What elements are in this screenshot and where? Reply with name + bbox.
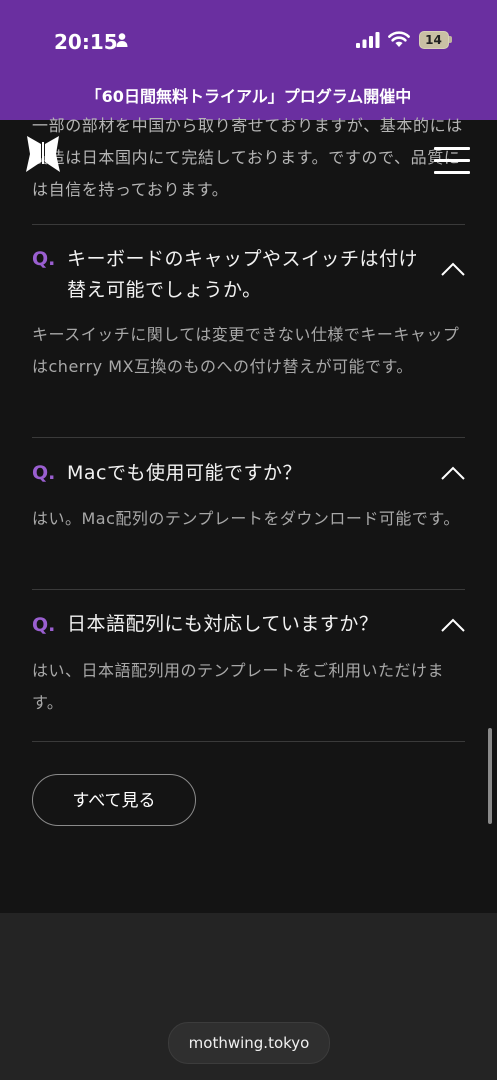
- signal-icon: [356, 32, 380, 48]
- person-icon: [116, 33, 128, 47]
- url-bar[interactable]: mothwing.tokyo: [168, 1022, 330, 1064]
- faq-intro-answer: 一部の部材を中国から取り寄せておりますが、基本的には製造は日本国内にて完結してお…: [32, 116, 463, 199]
- faq-q-mark: Q.: [32, 462, 56, 484]
- faq-divider: [32, 437, 465, 438]
- faq-divider: [32, 741, 465, 742]
- chevron-up-icon[interactable]: [441, 618, 465, 632]
- battery-level: 14: [425, 33, 442, 47]
- hamburger-menu-icon[interactable]: [434, 147, 470, 175]
- chevron-up-icon[interactable]: [441, 262, 465, 276]
- moth-logo-icon[interactable]: [24, 136, 62, 176]
- faq-question[interactable]: 日本語配列にも対応していますか？: [67, 609, 419, 640]
- faq-answer: キースイッチに関しては変更できない仕様でキーキャップはcherry MX互換のも…: [32, 325, 460, 376]
- faq-answer: はい。Mac配列のテンプレートをダウンロード可能です。: [32, 509, 460, 528]
- status-time: 20:15: [54, 30, 118, 54]
- wifi-icon: [388, 31, 410, 47]
- faq-q-mark: Q.: [32, 614, 56, 636]
- faq-divider: [32, 224, 465, 225]
- faq-divider: [32, 589, 465, 590]
- chevron-up-icon[interactable]: [441, 466, 465, 480]
- page-scrollbar[interactable]: [488, 728, 492, 824]
- status-bar: 20:15 14: [0, 0, 497, 82]
- view-all-button[interactable]: すべて見る: [32, 774, 196, 826]
- battery-icon: 14: [419, 31, 453, 49]
- faq-question[interactable]: キーボードのキャップやスイッチは付け替え可能でしょうか。: [67, 244, 419, 306]
- faq-answer: はい、日本語配列用のテンプレートをご利用いただけます。: [32, 661, 445, 712]
- faq-q-mark: Q.: [32, 248, 56, 270]
- faq-question[interactable]: Macでも使用可能ですか？: [67, 458, 419, 489]
